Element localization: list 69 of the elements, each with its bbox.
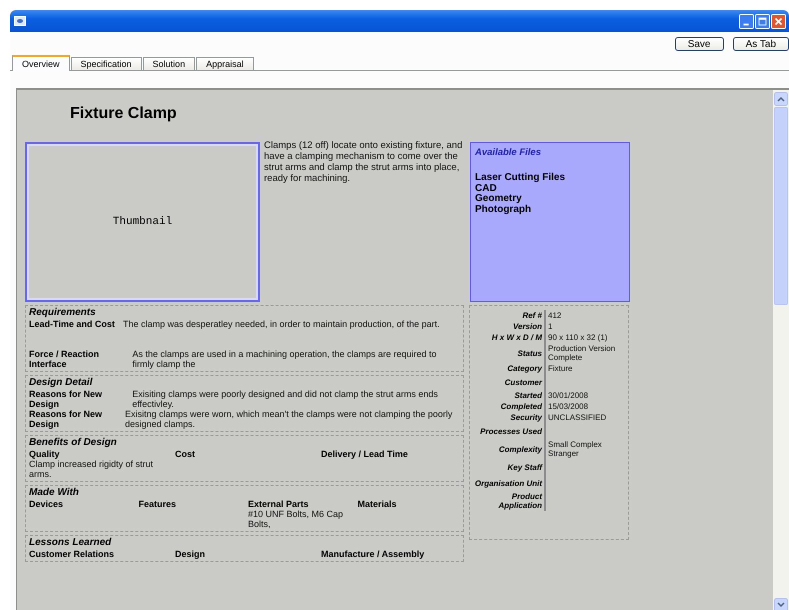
- column-label: External Parts: [248, 499, 310, 509]
- property-label: Organisation Unit: [472, 475, 545, 491]
- file-link[interactable]: Photograph: [475, 204, 532, 215]
- section-heading: Made With: [29, 487, 79, 499]
- column-text: #10 UNF Bolts, M6 Cap Bolts,: [248, 509, 344, 529]
- property-label: Key Staff: [472, 459, 545, 475]
- thumbnail-label: Thumbnail: [112, 216, 172, 228]
- property-value: 412: [548, 311, 562, 320]
- property-label: Version: [472, 321, 545, 332]
- section-heading: Design Detail: [29, 377, 92, 389]
- file-link[interactable]: Geometry: [475, 194, 522, 204]
- property-value: Small Complex Stranger: [548, 440, 602, 458]
- property-label: Completed: [472, 401, 545, 412]
- minimize-icon[interactable]: [739, 14, 754, 28]
- field-label: Lead-Time and Cost: [29, 319, 123, 349]
- tab[interactable]: Solution: [142, 57, 196, 70]
- property-label: Ref #: [472, 310, 545, 321]
- field-text: Exisiting clamps were poorly designed and did not clamp the strut arms ends effectivley.: [132, 389, 439, 409]
- property-value: 1: [548, 322, 552, 331]
- column-label: Manufacture / Assembly: [321, 549, 426, 559]
- field-text: The clamp was desperatley needed, in order to maintain production, of the part.: [122, 319, 441, 331]
- app-icon: [14, 16, 26, 26]
- tab[interactable]: Appraisal: [196, 57, 254, 70]
- file-link[interactable]: CAD: [475, 184, 497, 194]
- property-value: 30/01/2008: [548, 391, 588, 400]
- section-heading: Lessons Learned: [29, 537, 112, 549]
- maximize-icon[interactable]: [755, 14, 770, 28]
- file-link[interactable]: Laser Cutting Files: [475, 173, 566, 184]
- column-label: Features: [138, 499, 178, 509]
- toolbar-button[interactable]: Save: [674, 37, 724, 51]
- scrollbar-thumb[interactable]: [774, 107, 788, 305]
- column-text: Clamp increased rigidty of strut arms.: [29, 459, 154, 479]
- property-label: Complexity: [472, 439, 545, 459]
- field-label: Force / Reaction Interface: [29, 349, 132, 369]
- column-label: Devices: [29, 499, 64, 509]
- document-title: Fixture Clamp: [70, 105, 178, 124]
- property-label: H x W x D / M: [472, 332, 545, 343]
- property-value: Fixture: [548, 364, 572, 373]
- property-value: 90 x 110 x 32 (1): [548, 333, 608, 342]
- scroll-up-icon[interactable]: [774, 92, 788, 106]
- files-heading: Available Files: [475, 147, 542, 158]
- tab[interactable]: Overview: [12, 55, 70, 71]
- property-label: Category: [472, 363, 545, 374]
- property-label: Processes Used: [472, 423, 545, 439]
- column-label: Cost: [175, 449, 196, 459]
- section-heading: Requirements: [29, 307, 96, 319]
- column-label: Materials: [358, 499, 398, 509]
- field-text: As the clamps are used in a machining operation, the clamps are required to firmly clamp the: [132, 349, 438, 369]
- property-label: Status: [472, 343, 545, 363]
- property-label: Started: [472, 390, 545, 401]
- property-value: Production Version Complete: [548, 344, 616, 362]
- field-label: Reasons for New Design: [29, 409, 125, 429]
- toolbar-button[interactable]: As Tab: [732, 37, 789, 51]
- column-label: Design: [175, 549, 206, 559]
- section-heading: Benefits of Design: [29, 437, 117, 449]
- scroll-down-icon[interactable]: [774, 598, 788, 610]
- property-value: UNCLASSIFIED: [548, 413, 606, 422]
- field-label: Reasons for New Design: [29, 389, 104, 409]
- tab[interactable]: Specification: [70, 57, 142, 70]
- property-label: Customer: [472, 374, 545, 390]
- description: Clamps (12 off) locate onto existing fixture, and have a clamping mechanism to come over the strut arms and clamp the strut arms into place, ready for machining.: [264, 140, 464, 186]
- property-label: Product Application: [472, 491, 545, 511]
- property-value: 15/03/2008: [548, 402, 588, 411]
- close-icon[interactable]: [771, 14, 786, 28]
- column-label: Quality: [29, 449, 61, 459]
- column-label: Delivery / Lead Time: [321, 449, 409, 459]
- property-label: Security: [472, 412, 545, 423]
- field-text: Exisitng clamps were worn, which mean't the clamps were not clamping the poorly designed clamps.: [125, 409, 454, 429]
- column-label: Customer Relations: [29, 549, 116, 559]
